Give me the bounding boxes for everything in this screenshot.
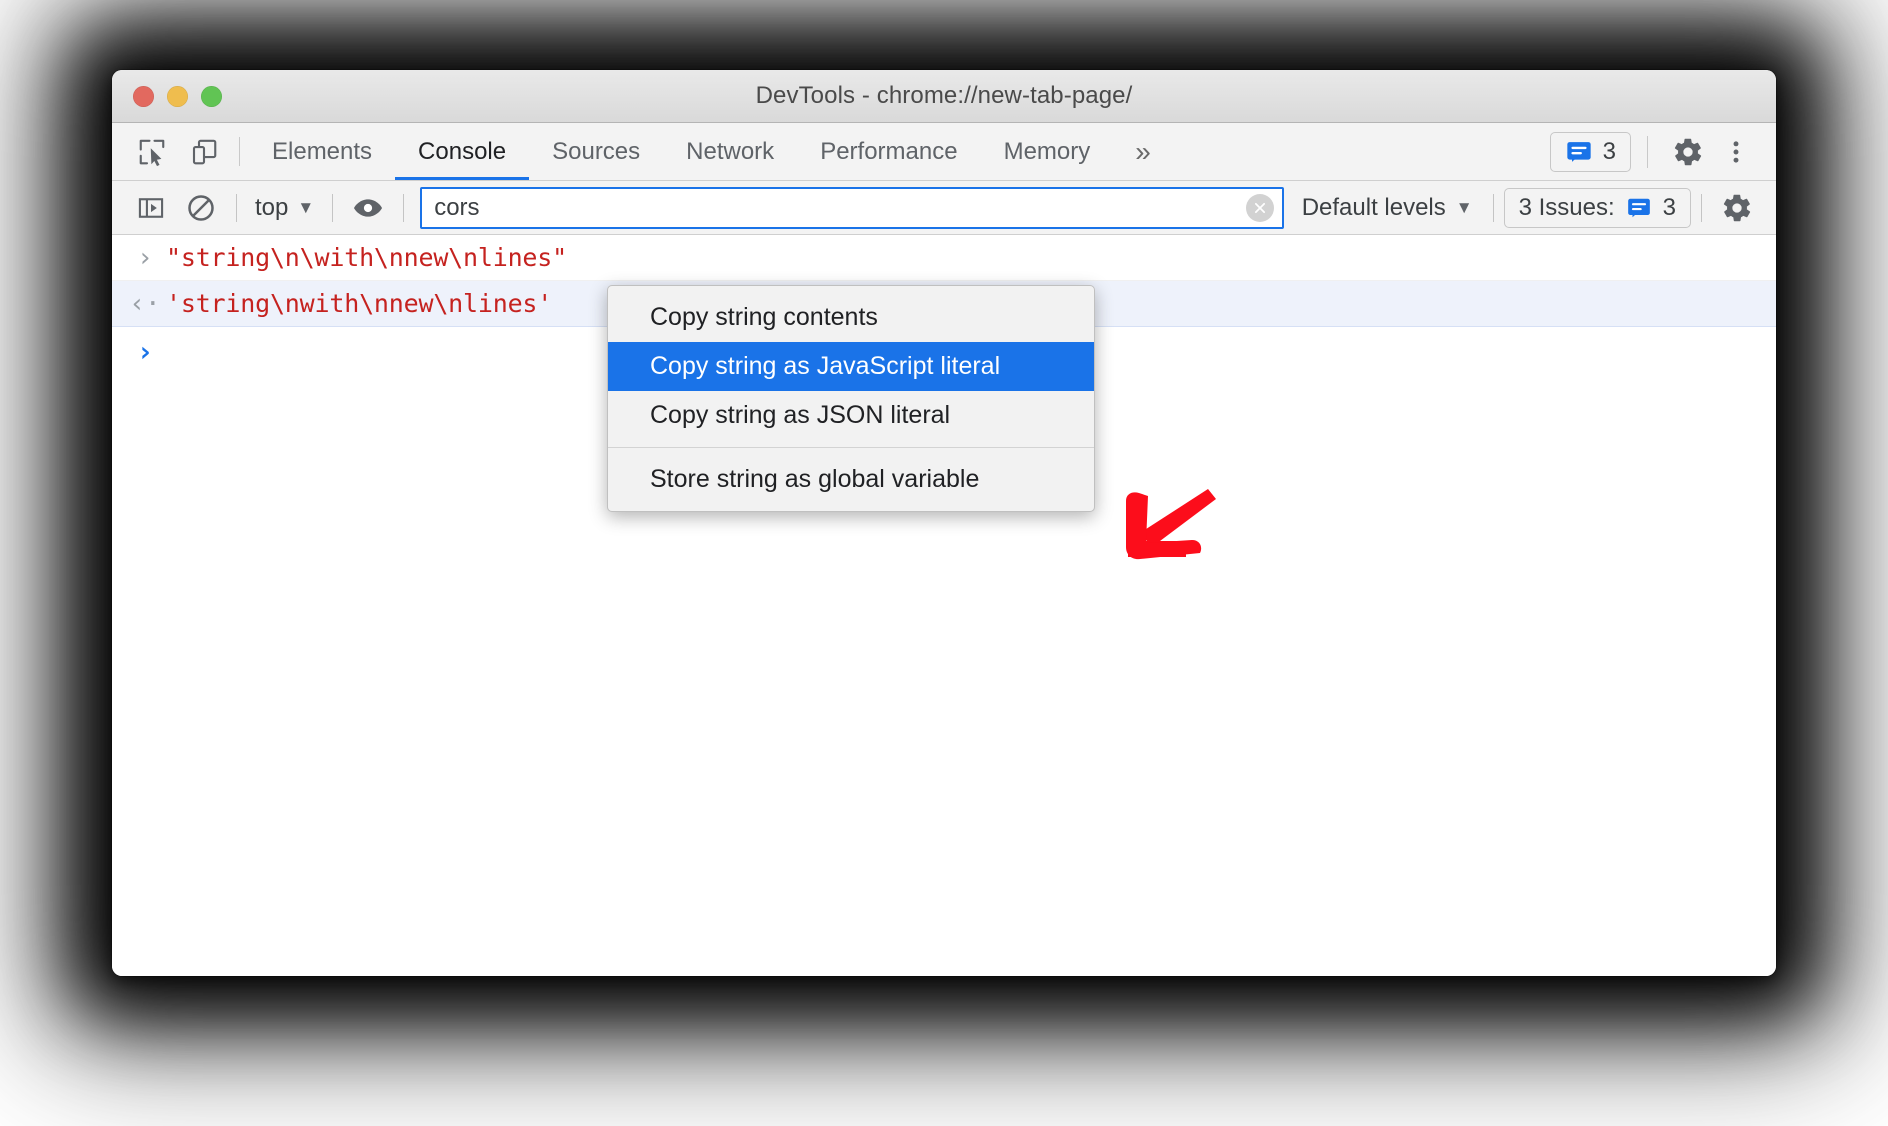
tabbar-divider — [239, 137, 240, 166]
console-settings-gear-icon[interactable] — [1712, 188, 1762, 228]
tab-elements[interactable]: Elements — [249, 123, 395, 180]
more-tabs-icon[interactable]: » — [1113, 123, 1173, 180]
issues-speech-bubble-icon — [1566, 141, 1591, 162]
issues-count: 3 — [1602, 137, 1616, 165]
filterbar-divider-4 — [1492, 193, 1494, 222]
tab-console[interactable]: Console — [395, 123, 530, 180]
device-toolbar-icon[interactable] — [178, 123, 230, 180]
screenshot-stage: DevTools - chrome://new-tab-page/ Elemen… — [0, 0, 1888, 1126]
filterbar-divider-5 — [1701, 193, 1702, 222]
filterbar-divider-3 — [403, 193, 405, 222]
gear-icon[interactable] — [1664, 128, 1712, 176]
issues-speech-bubble-icon-small — [1627, 198, 1650, 217]
console-sidebar-toggle-icon[interactable] — [126, 188, 176, 228]
window-titlebar: DevTools - chrome://new-tab-page/ — [112, 70, 1776, 123]
tab-memory[interactable]: Memory — [981, 123, 1114, 180]
clear-console-icon[interactable] — [176, 188, 226, 228]
input-arrow-icon: › — [137, 242, 153, 273]
console-line-input[interactable]: › "string\n\with\nnew\nlines" — [112, 235, 1776, 281]
tab-network[interactable]: Network — [663, 123, 797, 180]
devtools-tabbar: Elements Console Sources Network Perform… — [112, 123, 1776, 181]
issues-summary-label: 3 Issues: — [1518, 193, 1615, 221]
filterbar-divider-1 — [236, 193, 237, 222]
eye-icon[interactable] — [343, 188, 393, 228]
window-title: DevTools - chrome://new-tab-page/ — [755, 82, 1133, 109]
console-result-text: 'string\nwith\nnew\nlines' — [166, 289, 553, 318]
log-levels-selector[interactable]: Default levels ▼ — [1292, 194, 1483, 222]
issues-badge-button[interactable]: 3 — [1549, 131, 1631, 172]
console-filter-toolbar: top ▼ Defau — [112, 181, 1776, 235]
execution-context-value: top — [255, 193, 289, 221]
console-filter-search — [420, 186, 1284, 229]
tab-performance[interactable]: Performance — [797, 123, 980, 180]
inspect-element-icon[interactable] — [126, 123, 178, 180]
tab-sources[interactable]: Sources — [529, 123, 663, 180]
menu-item-copy-string-as-json-literal[interactable]: Copy string as JSON literal — [608, 391, 1094, 440]
devtools-tab-list: Elements Console Sources Network Perform… — [249, 123, 1173, 180]
filterbar-divider-2 — [332, 193, 334, 222]
issues-summary-button[interactable]: 3 Issues: 3 — [1503, 187, 1691, 228]
menu-item-copy-string-as-javascript-literal[interactable]: Copy string as JavaScript literal — [608, 342, 1094, 391]
menu-item-store-string-as-global-variable[interactable]: Store string as global variable — [608, 455, 1094, 504]
three-dot-menu-icon[interactable] — [1712, 128, 1760, 176]
devtools-window: DevTools - chrome://new-tab-page/ Elemen… — [112, 70, 1776, 976]
console-output: › "string\n\with\nnew\nlines" ‹· 'string… — [112, 235, 1776, 976]
menu-item-copy-string-contents[interactable]: Copy string contents — [608, 293, 1094, 342]
issues-summary-count: 3 — [1662, 193, 1676, 221]
log-levels-label: Default levels — [1301, 193, 1446, 221]
chevron-down-icon: ▼ — [297, 197, 315, 217]
tabbar-right-divider — [1647, 135, 1648, 168]
chevron-down-icon-levels: ▼ — [1455, 197, 1473, 217]
clear-input-icon[interactable] — [1245, 193, 1274, 222]
context-menu: Copy string contents Copy string as Java… — [607, 285, 1095, 512]
result-arrow-icon: ‹· — [129, 288, 161, 319]
search-input[interactable] — [420, 186, 1284, 229]
prompt-chevron-icon: › — [136, 334, 154, 368]
tabbar-right-controls: 3 — [1549, 123, 1776, 180]
red-arrow-annotation — [1126, 489, 1216, 560]
execution-context-selector[interactable]: top ▼ — [247, 194, 322, 222]
console-input-text: "string\n\with\nnew\nlines" — [166, 243, 567, 272]
context-menu-separator — [608, 447, 1094, 448]
